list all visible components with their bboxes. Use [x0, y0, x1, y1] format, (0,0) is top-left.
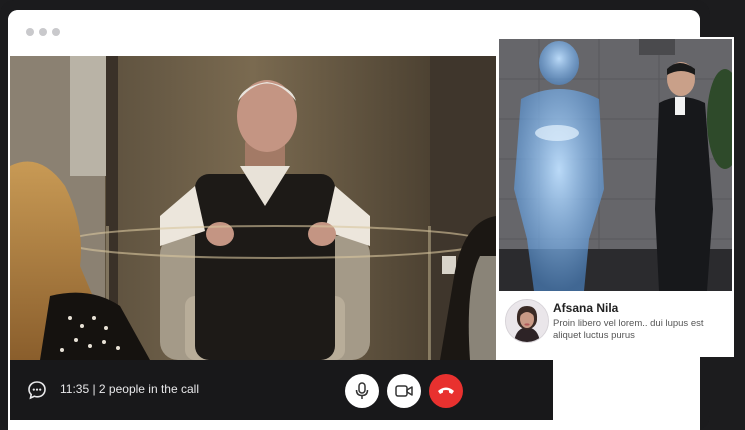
video-camera-icon [395, 385, 413, 397]
main-video-image [10, 56, 496, 360]
app-window: 11:35 | 2 people in the call Afsana Nila… [0, 0, 734, 430]
window-dot-minimize[interactable] [39, 28, 47, 36]
microphone-button[interactable] [345, 374, 379, 408]
phone-hangup-icon [438, 387, 454, 394]
participant-card[interactable]: Afsana Nila Proin libero vel lorem.. dui… [497, 37, 734, 357]
caller-message: Proin libero vel lorem.. dui lupus est a… [553, 318, 704, 341]
call-status-text: 11:35 | 2 people in the call [60, 382, 199, 396]
camera-button[interactable] [387, 374, 421, 408]
main-video-feed [10, 56, 496, 360]
avatar[interactable] [505, 299, 549, 343]
window-dot-maximize[interactable] [52, 28, 60, 36]
call-control-bar: 11:35 | 2 people in the call [10, 360, 553, 420]
caller-name: Afsana Nila [553, 301, 619, 315]
microphone-icon [355, 382, 369, 399]
participant-video [499, 39, 732, 291]
participant-video-image [499, 39, 732, 291]
end-call-button[interactable] [429, 374, 463, 408]
window-dot-close[interactable] [26, 28, 34, 36]
chat-bubble-icon[interactable] [26, 379, 48, 401]
caller-info: Afsana Nila Proin libero vel lorem.. dui… [497, 293, 734, 357]
